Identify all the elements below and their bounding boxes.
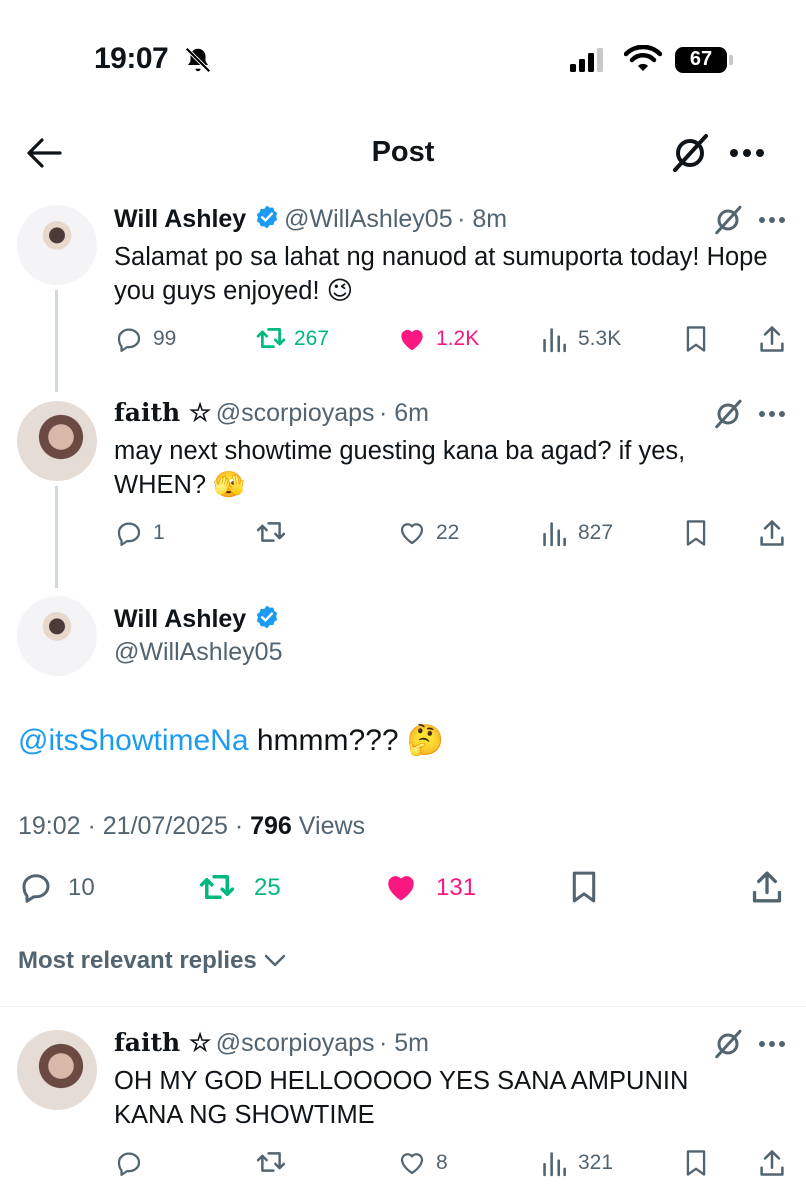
verified-badge-icon xyxy=(254,204,280,230)
more-options-icon[interactable] xyxy=(758,1040,786,1048)
main-action-bar: 10 25 131 xyxy=(18,866,788,908)
reply-icon[interactable] xyxy=(114,518,144,548)
avatar[interactable] xyxy=(17,1030,97,1110)
thread-connector xyxy=(55,486,58,588)
view-count: 5.3K xyxy=(578,327,622,350)
views-count[interactable]: 796 xyxy=(250,812,292,840)
share-icon[interactable] xyxy=(758,324,786,354)
bell-off-icon xyxy=(183,45,213,75)
post-age: · 5m xyxy=(378,1029,429,1057)
grok-icon[interactable] xyxy=(713,399,743,429)
divider xyxy=(0,1006,806,1007)
author-handle[interactable]: @WillAshley05 xyxy=(284,205,452,233)
view-count: 321 xyxy=(578,1151,614,1174)
author-name[interactable]: Will Ashley xyxy=(114,605,246,633)
repost-icon[interactable] xyxy=(255,1147,287,1177)
grok-icon[interactable] xyxy=(713,205,743,235)
post-meta: 19:02 · 21/07/2025 · 796 Views xyxy=(18,812,365,841)
views-icon[interactable] xyxy=(541,1148,567,1178)
more-options-icon[interactable] xyxy=(758,410,786,418)
like-count: 131 xyxy=(436,874,477,901)
like-count: 8 xyxy=(436,1151,448,1174)
thread-connector xyxy=(55,290,58,392)
post-header: faith ☆ @scorpioyaps · 6m xyxy=(114,398,429,428)
bookmark-icon[interactable] xyxy=(568,869,600,905)
reply-icon[interactable] xyxy=(114,324,144,354)
avatar[interactable] xyxy=(17,596,97,676)
sort-label: Most relevant replies xyxy=(18,947,257,974)
wifi-icon xyxy=(624,45,662,73)
avatar[interactable] xyxy=(17,401,97,481)
repost-icon[interactable] xyxy=(255,517,287,547)
repost-count: 25 xyxy=(254,874,281,901)
grok-icon[interactable] xyxy=(713,1029,743,1059)
battery-cap xyxy=(729,55,733,65)
heart-icon[interactable] xyxy=(382,869,420,905)
heart-icon[interactable] xyxy=(397,324,427,354)
author-handle[interactable]: @WillAshley05 xyxy=(114,638,282,667)
post-age: · 8m xyxy=(457,205,508,233)
post-header: Will Ashley @WillAshley05 · 8m xyxy=(114,204,507,234)
sort-replies-dropdown[interactable]: Most relevant replies xyxy=(18,947,287,975)
chevron-down-icon xyxy=(263,950,287,970)
post-text: OH MY GOD HELLOOOOO YES SANA AMPUNIN KAN… xyxy=(114,1067,689,1129)
share-icon[interactable] xyxy=(750,869,784,905)
repost-icon[interactable] xyxy=(198,869,236,905)
author-handle[interactable]: @scorpioyaps xyxy=(216,399,375,427)
cellular-signal-icon xyxy=(570,48,606,72)
more-options-icon[interactable] xyxy=(758,216,786,224)
grok-icon[interactable] xyxy=(670,133,710,173)
battery-level: 67 xyxy=(689,48,713,70)
like-count: 1.2K xyxy=(436,327,480,350)
battery-indicator: 67 xyxy=(675,47,727,73)
author-name[interactable]: faith ☆ xyxy=(114,398,211,427)
bookmark-icon[interactable] xyxy=(683,518,709,548)
views-icon[interactable] xyxy=(541,324,567,354)
heart-icon[interactable] xyxy=(397,518,427,548)
post-header: faith ☆ @scorpioyaps · 5m xyxy=(114,1028,429,1058)
heart-icon[interactable] xyxy=(397,1148,427,1178)
bookmark-icon[interactable] xyxy=(683,1148,709,1178)
status-time: 19:07 xyxy=(94,42,169,75)
post-age: · 6m xyxy=(378,399,429,427)
post-text: may next showtime guesting kana ba agad?… xyxy=(114,437,686,499)
views-label: Views xyxy=(291,812,366,840)
repost-count: 267 xyxy=(294,327,330,350)
share-icon[interactable] xyxy=(758,1148,786,1178)
more-options-icon[interactable] xyxy=(729,147,765,159)
post-timestamp: 19:02 · 21/07/2025 · xyxy=(18,812,251,840)
main-author: Will Ashley xyxy=(114,604,280,634)
author-name[interactable]: Will Ashley xyxy=(114,205,246,233)
main-post-text: @itsShowtimeNa hmmm??? 🤔 xyxy=(18,722,444,760)
action-bar: 99 267 1.2K 5.3K xyxy=(114,322,794,356)
bookmark-icon[interactable] xyxy=(683,324,709,354)
share-icon[interactable] xyxy=(758,518,786,548)
author-handle[interactable]: @scorpioyaps xyxy=(216,1029,375,1057)
repost-icon[interactable] xyxy=(255,323,287,353)
reply-icon[interactable] xyxy=(18,869,54,905)
post-text: hmmm??? 🤔 xyxy=(248,724,445,757)
action-bar: 8 321 xyxy=(114,1146,794,1180)
action-bar: 1 22 827 xyxy=(114,516,794,550)
like-count: 22 xyxy=(436,521,460,544)
views-icon[interactable] xyxy=(541,518,567,548)
verified-badge-icon xyxy=(254,604,280,630)
mention-link[interactable]: @itsShowtimeNa xyxy=(18,724,249,757)
post-text: Salamat po sa lahat ng nanuod at sumupor… xyxy=(114,243,768,305)
view-count: 827 xyxy=(578,521,614,544)
avatar[interactable] xyxy=(17,205,97,285)
reply-count: 99 xyxy=(153,327,177,350)
reply-count: 1 xyxy=(153,521,165,544)
reply-icon[interactable] xyxy=(114,1148,144,1178)
author-name[interactable]: faith ☆ xyxy=(114,1028,211,1057)
reply-count: 10 xyxy=(68,874,95,901)
